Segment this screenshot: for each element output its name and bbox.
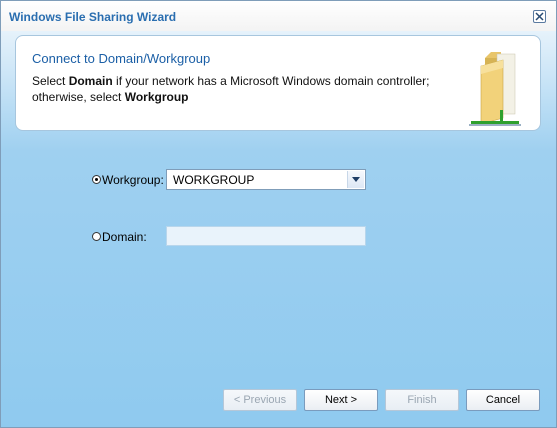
close-button[interactable] [533, 10, 546, 23]
close-icon [535, 12, 544, 21]
wizard-header: Connect to Domain/Workgroup Select Domai… [15, 35, 541, 131]
header-description: Select Domain if your network has a Micr… [32, 74, 430, 104]
wizard-window: Windows File Sharing Wizard Connect to D… [0, 0, 557, 428]
window-title: Windows File Sharing Wizard [9, 10, 177, 24]
workgroup-radio[interactable] [92, 175, 101, 184]
header-title: Connect to Domain/Workgroup [32, 51, 211, 66]
domain-input[interactable] [166, 226, 366, 246]
shared-folder-icon [469, 52, 521, 126]
workgroup-label: Workgroup: [102, 173, 164, 187]
dropdown-button[interactable] [347, 171, 364, 188]
title-bar[interactable]: Windows File Sharing Wizard [1, 1, 556, 31]
workgroup-value: WORKGROUP [173, 173, 255, 187]
previous-button[interactable]: < Previous [223, 389, 297, 411]
workgroup-select[interactable]: WORKGROUP [166, 169, 366, 190]
domain-radio[interactable] [92, 232, 101, 241]
domain-label: Domain: [102, 230, 147, 244]
cancel-button[interactable]: Cancel [466, 389, 540, 411]
chevron-down-icon [352, 177, 360, 182]
finish-button[interactable]: Finish [385, 389, 459, 411]
next-button[interactable]: Next > [304, 389, 378, 411]
